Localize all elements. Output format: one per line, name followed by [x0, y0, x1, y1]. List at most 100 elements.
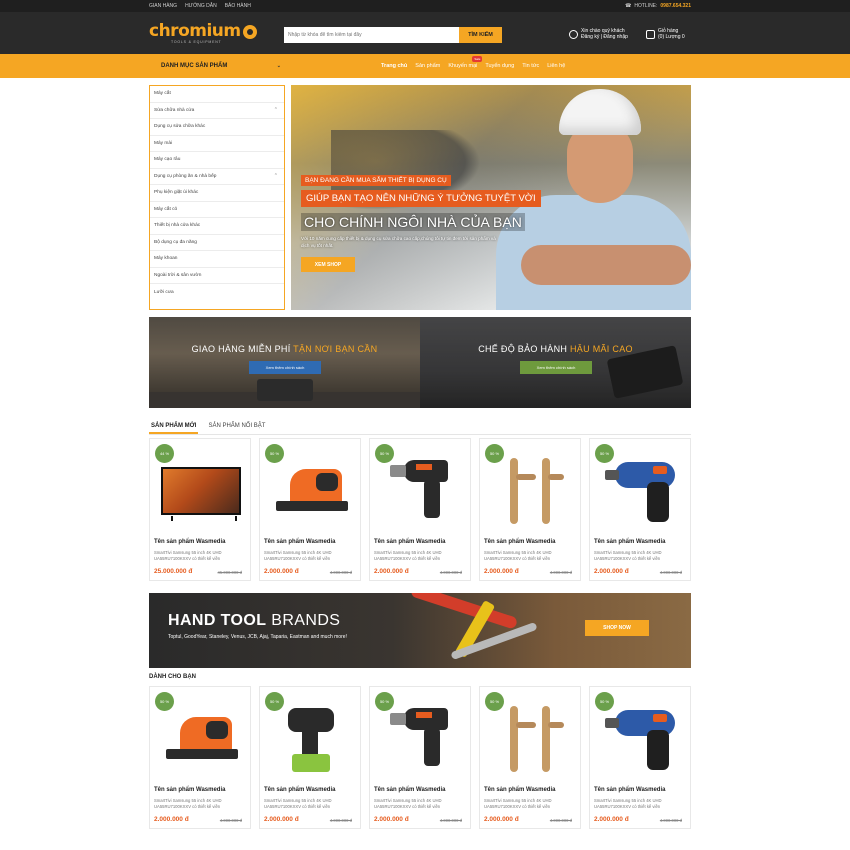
- search-button[interactable]: TÌM KIẾM: [459, 27, 502, 43]
- site-header: chromium TOOLS & EQUIPMENT TÌM KIẾM Xin …: [0, 12, 850, 54]
- product-image[interactable]: [486, 699, 576, 779]
- hand-banner-title: HAND TOOL BRANDS: [168, 612, 340, 630]
- category-item[interactable]: Bộ dụng cụ đa năng: [150, 235, 284, 251]
- product-price: 2.000.000 đ: [594, 816, 629, 823]
- banner-free-shipping[interactable]: GIAO HÀNG MIỄN PHÍ TẬN NƠI BẠN CẦN Xem t…: [149, 317, 420, 408]
- product-card[interactable]: 44 % Tên sản phẩm Wasmedia SmartTivi Samsu…: [149, 438, 251, 581]
- product-old-price: 4.000.000 đ: [329, 818, 352, 823]
- product-image[interactable]: [596, 699, 686, 779]
- search-bar: TÌM KIẾM: [284, 27, 502, 43]
- product-card[interactable]: 50 % Tên sản phẩm Wasmedia SmartTivi Samsu…: [149, 686, 251, 829]
- promo-badge: Sale: [472, 56, 483, 62]
- product-old-price: 4.000.000 đ: [659, 818, 682, 823]
- tab-new-products[interactable]: SẢN PHẨM MỚI: [149, 420, 199, 434]
- product-name[interactable]: Tên sản phẩm Wasmedia: [484, 539, 555, 545]
- discount-badge: 50 %: [485, 692, 504, 711]
- product-name[interactable]: Tên sản phẩm Wasmedia: [374, 787, 445, 793]
- chevron-down-icon: ⌄: [276, 63, 281, 69]
- product-card[interactable]: 50 % Tên sản phẩm Wasmedia SmartTivi Samsu…: [589, 438, 691, 581]
- product-card[interactable]: 50 % Tên sản phẩm Wasmedia SmartTivi Samsu…: [479, 438, 581, 581]
- product-image[interactable]: [266, 451, 356, 531]
- product-image[interactable]: [266, 699, 356, 779]
- category-item[interactable]: Lưỡi cưa: [150, 284, 284, 301]
- product-name[interactable]: Tên sản phẩm Wasmedia: [154, 787, 225, 793]
- site-logo[interactable]: chromium TOOLS & EQUIPMENT: [149, 23, 257, 45]
- hotline-number[interactable]: 0987.654.321: [660, 3, 691, 9]
- product-old-price: 4.000.000 đ: [439, 818, 462, 823]
- search-input[interactable]: [284, 27, 459, 43]
- product-image[interactable]: [486, 451, 576, 531]
- product-name[interactable]: Tên sản phẩm Wasmedia: [374, 539, 445, 545]
- cart-link[interactable]: Giỏ hàng (0) Lượng 0: [646, 28, 685, 40]
- product-tabs: SẢN PHẨM MỚI SẢN PHẨM NỔI BẬT: [149, 420, 691, 435]
- nav-item-jobs[interactable]: Tuyển dụng: [485, 63, 514, 69]
- product-image[interactable]: [596, 451, 686, 531]
- discount-badge: 50 %: [375, 444, 394, 463]
- nav-item-promotions[interactable]: Khuyến mại Sale: [448, 56, 483, 69]
- product-image[interactable]: [156, 451, 246, 531]
- category-item[interactable]: Máy cắt: [150, 86, 284, 103]
- nav-item-products[interactable]: Sản phẩm: [415, 63, 440, 69]
- category-item[interactable]: Máy mài: [150, 136, 284, 152]
- banner-policy-button[interactable]: Xem thêm chính sách: [520, 361, 592, 374]
- product-name[interactable]: Tên sản phẩm Wasmedia: [154, 539, 225, 545]
- shop-now-button[interactable]: SHOP NOW: [585, 620, 649, 636]
- product-name[interactable]: Tên sản phẩm Wasmedia: [264, 787, 335, 793]
- category-item[interactable]: Thiết bị nhà cửa khác: [150, 218, 284, 235]
- product-card[interactable]: 50 % Tên sản phẩm Wasmedia SmartTivi Samsu…: [259, 686, 361, 829]
- product-card[interactable]: 50 % Tên sản phẩm Wasmedia SmartTivi Samsu…: [479, 686, 581, 829]
- product-old-price: 4.000.000 đ: [439, 570, 462, 575]
- account-link[interactable]: Xin chào quý khách Đăng ký | Đăng nhập: [569, 28, 628, 40]
- tab-featured-products[interactable]: SẢN PHẨM NỔI BẬT: [206, 420, 267, 434]
- main-nav: DANH MỤC SẢN PHẨM ⌄ Trang chủ Sản phẩm K…: [0, 54, 850, 78]
- banner-policy-button[interactable]: Xem thêm chính sách: [249, 361, 321, 374]
- discount-badge: 50 %: [375, 692, 394, 711]
- logo-text: chromium: [149, 21, 241, 41]
- nav-item-news[interactable]: Tin tức: [522, 63, 539, 69]
- product-card[interactable]: 50 % Tên sản phẩm Wasmedia SmartTivi Samsu…: [259, 438, 361, 581]
- product-price: 2.000.000 đ: [484, 568, 519, 575]
- product-photo: [496, 702, 566, 777]
- product-card[interactable]: 50 % Tên sản phẩm Wasmedia SmartTivi Samsu…: [369, 686, 471, 829]
- nav-item-contact[interactable]: Liên hệ: [547, 63, 565, 69]
- for-you-products-grid: 50 % Tên sản phẩm Wasmedia SmartTivi Samsu…: [149, 686, 691, 829]
- product-description: SmartTivi Samsung 55 inch 4K UHD UA55RU7…: [484, 550, 552, 561]
- cart-count: (0) Lượng 0: [658, 34, 685, 40]
- discount-badge: 50 %: [485, 444, 504, 463]
- product-photo: [276, 702, 346, 777]
- product-image[interactable]: [156, 699, 246, 779]
- category-item[interactable]: Dụng cụ phòng ăn & nhà bếp ⌃: [150, 169, 284, 185]
- product-old-price: 4.000.000 đ: [219, 818, 242, 823]
- new-products-grid: 44 % Tên sản phẩm Wasmedia SmartTivi Samsu…: [149, 438, 691, 581]
- product-name[interactable]: Tên sản phẩm Wasmedia: [594, 539, 665, 545]
- top-link-store[interactable]: GIAN HÀNG: [149, 3, 177, 9]
- chevron-up-icon[interactable]: ⌃: [274, 173, 278, 179]
- product-image[interactable]: [376, 451, 466, 531]
- category-item[interactable]: Máy khoan: [150, 251, 284, 268]
- category-item[interactable]: Ngoài trời & sân vườn: [150, 268, 284, 284]
- category-item[interactable]: Máy cạo râu: [150, 152, 284, 169]
- product-name[interactable]: Tên sản phẩm Wasmedia: [484, 787, 555, 793]
- account-auth-links[interactable]: Đăng ký | Đăng nhập: [581, 34, 628, 40]
- product-image[interactable]: [376, 699, 466, 779]
- nav-item-home[interactable]: Trang chủ: [381, 63, 407, 69]
- product-card[interactable]: 50 % Tên sản phẩm Wasmedia SmartTivi Samsu…: [369, 438, 471, 581]
- product-card[interactable]: 50 % Tên sản phẩm Wasmedia SmartTivi Samsu…: [589, 686, 691, 829]
- top-link-guide[interactable]: HƯỚNG DẪN: [185, 3, 217, 9]
- category-item[interactable]: Dụng cụ sửa chữa khác: [150, 119, 284, 136]
- category-item[interactable]: Máy cắt cỏ: [150, 202, 284, 218]
- product-name[interactable]: Tên sản phẩm Wasmedia: [264, 539, 335, 545]
- top-link-warranty[interactable]: BẢO HÀNH: [225, 3, 251, 9]
- banner-warranty[interactable]: CHẾ ĐỘ BẢO HÀNH HẬU MÃI CAO Xem thêm chí…: [420, 317, 691, 408]
- category-menu-toggle[interactable]: DANH MỤC SẢN PHẨM ⌄: [149, 54, 285, 78]
- hand-tool-banner[interactable]: HAND TOOL BRANDS Toptul, GoodYear, Stane…: [149, 593, 691, 668]
- chevron-up-icon[interactable]: ⌃: [274, 107, 278, 113]
- hand-banner-title-bold: HAND TOOL: [168, 612, 267, 629]
- hero-shop-button[interactable]: XEM SHOP: [301, 257, 355, 272]
- product-old-price: 4.000.000 đ: [329, 570, 352, 575]
- category-item[interactable]: Sửa chữa nhà cửa ⌃: [150, 103, 284, 119]
- product-name[interactable]: Tên sản phẩm Wasmedia: [594, 787, 665, 793]
- product-description: SmartTivi Samsung 55 inch 4K UHD UA55RU7…: [374, 550, 442, 561]
- category-item[interactable]: Phụ kiện giặt ủi khác: [150, 185, 284, 202]
- hero-slider: BẠN ĐANG CẦN MUA SẮM THIẾT BỊ DỤNG CỤ GI…: [291, 85, 691, 310]
